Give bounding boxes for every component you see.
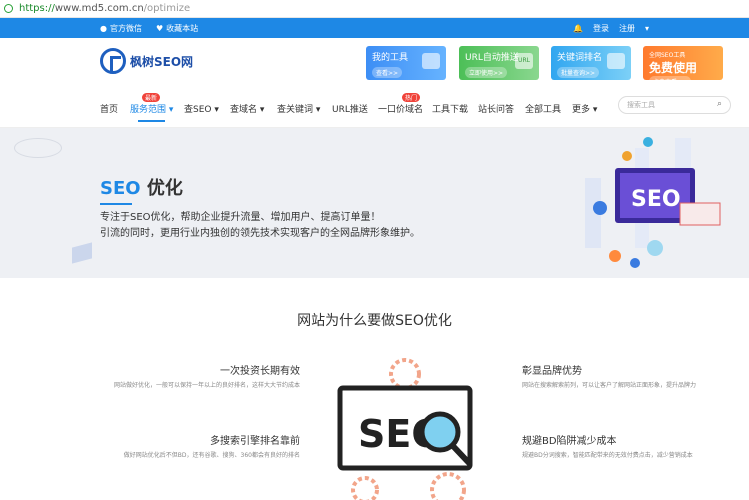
url-host: www.md5.com.cn <box>54 3 144 14</box>
promo-free-use[interactable]: 全网SEO工具 免费使用 点击查看>> <box>643 46 723 87</box>
bookmark-link[interactable]: ♥ 收藏本站 <box>156 23 198 34</box>
bell-icon[interactable]: 🔔 <box>573 24 583 33</box>
reason-brand: 彰显品牌优势 网站在搜索解索前列，可以让客户了解网站正面形象，提升品牌力 <box>522 362 712 391</box>
nav-label: 查关键词 <box>277 105 314 115</box>
hero-line-1: 专注于SEO优化，帮助企业提升流量、增加用户、提高订单量！ <box>100 212 381 223</box>
bar-chart-icon <box>607 53 625 69</box>
hot-badge: 热门 <box>402 93 421 102</box>
url-icon: URL <box>515 53 533 69</box>
seo-magnifier-illustration: SEO <box>337 358 473 500</box>
reason-desc: 网站在搜索解索前列，可以让客户了解网站正面形象，提升品牌力 <box>522 382 697 389</box>
nav-label: 一口价域名 <box>378 105 424 115</box>
reason-avoid-trap: 规避BD陷阱减少成本 规避BD分词搜索，智能匹配带来的无效付费点击，减少营销成本 <box>522 432 712 461</box>
nav-check-seo[interactable]: 查SEO ▾ <box>184 102 219 115</box>
decorative-cube <box>72 242 92 264</box>
heart-icon: ♥ <box>155 23 164 33</box>
illustration-seo-text: SEO <box>631 187 681 212</box>
hero-line-2: 引流的同时，更用行业内独创的领先技术实现客户的全网品牌形象维护。 <box>100 228 420 239</box>
nav-label: 更多 <box>572 105 591 115</box>
wechat-link[interactable]: ● 官方微信 <box>100 23 142 34</box>
logo-mark-icon <box>100 48 126 74</box>
toolbox-icon <box>422 53 440 69</box>
wechat-icon: ● <box>100 23 107 33</box>
nav-url-push[interactable]: URL推送 <box>332 102 368 115</box>
promo-sub: 批量查询>> <box>557 67 600 78</box>
site-logo[interactable]: 枫树SEO网 <box>100 48 193 74</box>
promo-sub: 点击查看>> <box>649 76 692 87</box>
search-placeholder: 搜索工具 <box>627 101 655 109</box>
browser-url-bar[interactable]: https:// www.md5.com.cn /optimize <box>0 0 749 18</box>
chevron-down-icon: ▾ <box>644 23 649 33</box>
nav-check-keyword[interactable]: 查关键词 ▾ <box>277 102 320 115</box>
reason-desc: 做好网站优化后不但BD，还有谷歌、搜狗、360都会有良好的排名 <box>123 452 300 459</box>
nav-more[interactable]: 更多 ▾ <box>572 102 597 115</box>
nav-tool-download[interactable]: 工具下载 <box>432 102 468 115</box>
nav-services-label: 服务范围 <box>130 105 167 115</box>
logo-text: 枫树SEO网 <box>130 54 194 69</box>
url-protocol: https:// <box>19 3 55 14</box>
secure-lock-icon <box>4 4 13 13</box>
seo-illustration: SEO <box>585 137 721 268</box>
promo-sub: 查看>> <box>372 67 403 78</box>
title-underline <box>100 203 132 205</box>
nav-label: 查SEO <box>184 105 212 115</box>
login-link[interactable]: 登录 <box>593 23 609 34</box>
section-title: 网站为什么要做SEO优化 <box>297 313 452 329</box>
reason-multi-engine: 多搜索引擎排名靠前 做好网站优化后不但BD，还有谷歌、搜狗、360都会有良好的排… <box>110 432 300 461</box>
reason-desc: 网站做好优化，一般可以保持一年以上的良好排名，这样大大节约成本 <box>113 382 300 389</box>
new-badge: 最新 <box>142 93 161 102</box>
bookmark-label: 收藏本站 <box>166 23 199 33</box>
nav-home[interactable]: 首页 <box>100 102 118 115</box>
nav-qa[interactable]: 站长问答 <box>478 102 514 115</box>
site-header: 枫树SEO网 我的工具 查看>> URL自动推送 立即使用>> URL 关键词排… <box>0 38 749 90</box>
hero-title: SEO 优化 <box>100 174 183 205</box>
promo-title: 免费使用 <box>649 61 698 75</box>
reason-title: 彰显品牌优势 <box>522 366 582 377</box>
reason-title: 一次投资长期有效 <box>220 366 300 377</box>
promo-small: 全网SEO工具 <box>649 52 686 59</box>
nav-all-tools[interactable]: 全部工具 <box>525 102 561 115</box>
main-nav: 首页 最新 服务范围 ▾ 查SEO ▾ 查域名 ▾ 查关键词 ▾ URL推送 热… <box>0 90 749 128</box>
search-input[interactable]: 搜索工具 ⌕ <box>618 96 731 114</box>
promo-url-push[interactable]: URL自动推送 立即使用>> URL <box>459 46 539 80</box>
wechat-label: 官方微信 <box>109 23 142 33</box>
top-bar: ● 官方微信 ♥ 收藏本站 🔔 登录 注册 ▾ <box>0 18 749 38</box>
nav-services[interactable]: 最新 服务范围 ▾ <box>130 93 173 122</box>
hero-banner: SEO 优化 专注于SEO优化，帮助企业提升流量、增加用户、提高订单量！ 引流的… <box>0 128 749 278</box>
nav-fixed-price-domain[interactable]: 热门 一口价域名 <box>378 93 424 115</box>
reason-title: 多搜索引擎排名靠前 <box>210 436 300 447</box>
reason-desc: 规避BD分词搜索，智能匹配带来的无效付费点击，减少营销成本 <box>522 452 693 459</box>
promo-sub: 立即使用>> <box>465 67 508 78</box>
promo-keyword-rank[interactable]: 关键词排名 批量查询>> <box>551 46 631 80</box>
nav-label: 查域名 <box>230 105 258 115</box>
register-link[interactable]: 注册 <box>619 23 635 34</box>
reason-long-term: 一次投资长期有效 网站做好优化，一般可以保持一年以上的良好排名，这样大大节约成本 <box>110 362 300 391</box>
url-path: /optimize <box>143 3 191 14</box>
search-icon[interactable]: ⌕ <box>717 99 722 109</box>
decorative-circle <box>14 138 62 158</box>
reason-title: 规避BD陷阱减少成本 <box>522 436 617 447</box>
hero-title-seo: SEO <box>100 178 141 199</box>
hero-title-rest: 优化 <box>140 178 183 199</box>
nav-check-domain[interactable]: 查域名 ▾ <box>230 102 264 115</box>
promo-my-tools[interactable]: 我的工具 查看>> <box>366 46 446 80</box>
